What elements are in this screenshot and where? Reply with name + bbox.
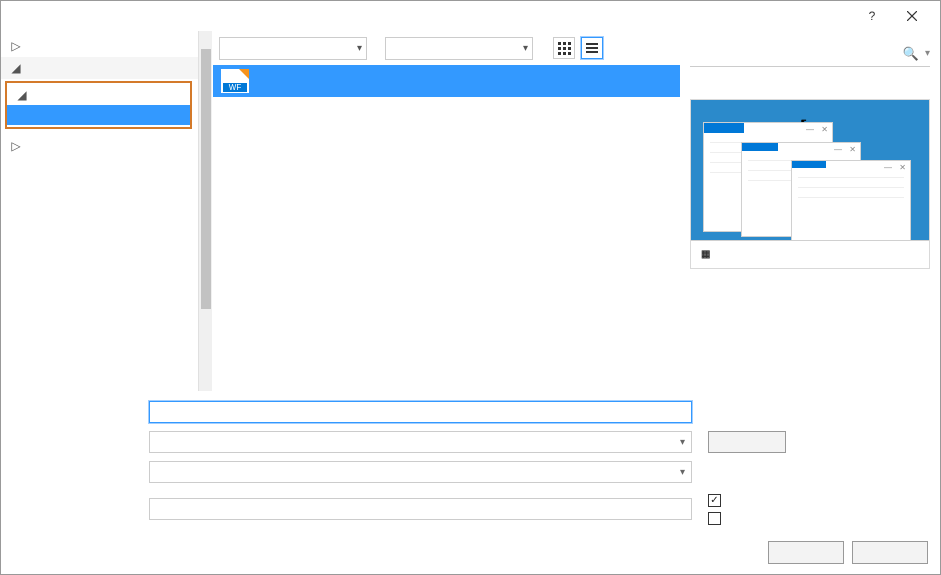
syncfusion-highlight: ◢ — [5, 81, 192, 129]
tree-panel: ▷ ◢ ◢ ▷ — [1, 31, 213, 391]
cancel-button[interactable] — [852, 541, 928, 564]
browse-button[interactable] — [708, 431, 786, 453]
grid-icon — [558, 42, 571, 55]
content: ▷ ◢ ◢ ▷ ▾ ▾ — [1, 31, 940, 574]
tree-online[interactable]: ▷ — [1, 135, 198, 157]
titlebar: ? — [1, 1, 940, 31]
check-create-dir[interactable]: ✓ — [708, 491, 928, 509]
details-panel: 🔍▾ ↖ —✕ —✕ —✕ ▦ — [680, 35, 940, 391]
scrollbar-thumb[interactable] — [201, 49, 211, 309]
tree-syncfusion-windows[interactable] — [7, 105, 190, 125]
sort-combo[interactable]: ▾ — [385, 37, 533, 60]
check-source-control[interactable] — [708, 509, 928, 527]
tree[interactable]: ▷ ◢ ◢ ▷ — [1, 31, 198, 391]
view-list-button[interactable] — [581, 37, 603, 59]
solution-combo[interactable]: ▾ — [149, 461, 692, 483]
tree-syncfusion[interactable]: ◢ — [7, 85, 190, 105]
search-icon[interactable]: 🔍 — [899, 46, 923, 62]
tree-installed[interactable]: ◢ — [1, 57, 198, 79]
name-input[interactable] — [149, 401, 692, 423]
template-icon: WF — [221, 69, 249, 93]
list-icon — [586, 43, 598, 53]
form-area: ▾ ▾ ✓ — [1, 391, 940, 533]
close-button[interactable] — [892, 2, 932, 30]
view-grid-button[interactable] — [553, 37, 575, 59]
tree-recent[interactable]: ▷ — [1, 35, 198, 57]
upper-area: ▷ ◢ ◢ ▷ ▾ ▾ — [1, 31, 940, 391]
new-project-dialog: ? ▷ ◢ ◢ ▷ — [0, 0, 941, 575]
preview-brand: ▦ — [701, 249, 713, 260]
ok-button[interactable] — [768, 541, 844, 564]
solution-name-input[interactable] — [149, 498, 692, 520]
framework-combo[interactable]: ▾ — [219, 37, 367, 60]
search-box[interactable]: 🔍▾ — [690, 41, 930, 67]
tree-scrollbar[interactable] — [198, 31, 212, 391]
search-input[interactable] — [690, 47, 899, 61]
close-icon — [907, 11, 917, 21]
toolbar: ▾ ▾ — [213, 31, 680, 65]
help-button[interactable]: ? — [852, 2, 892, 30]
footer — [1, 533, 940, 574]
template-list[interactable]: WF — [213, 65, 680, 391]
template-panel: ▾ ▾ WF — [213, 31, 680, 391]
template-item-syncfusion-wf[interactable]: WF — [213, 65, 680, 97]
preview-image: ↖ —✕ —✕ —✕ ▦ — [690, 99, 930, 269]
location-combo[interactable]: ▾ — [149, 431, 692, 453]
